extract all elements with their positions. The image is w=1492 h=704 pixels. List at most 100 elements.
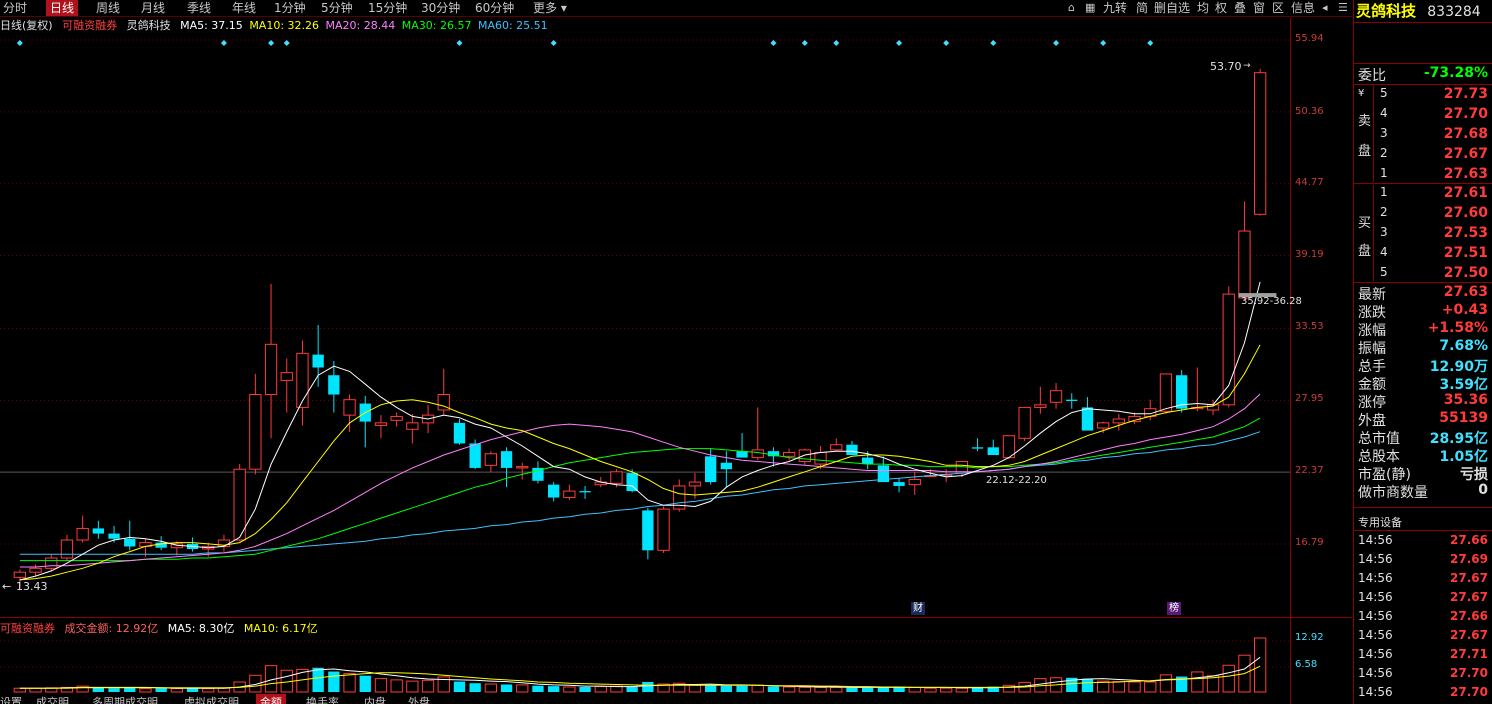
- volume-bar-down: [500, 684, 513, 692]
- tick-price: 27.70: [1450, 685, 1488, 699]
- volume-bar-down: [720, 685, 733, 692]
- buy-label: 盘: [1358, 244, 1372, 259]
- candle-up: [249, 394, 262, 470]
- quote-row: 涨停 35.36: [1358, 392, 1488, 412]
- signal-diamond-icon: [1100, 40, 1107, 46]
- candle-up: [374, 422, 388, 426]
- candle-up: [296, 352, 309, 408]
- candle-down: [1066, 399, 1078, 401]
- tick-row: 14:56 27.67: [1358, 590, 1488, 608]
- quote-row: 总手 12.90万: [1358, 356, 1488, 376]
- ask-row-value: 27.73: [1443, 86, 1488, 102]
- quote-row-value: 27.63: [1443, 284, 1488, 300]
- tab-inner-volume[interactable]: 内盘: [364, 694, 386, 704]
- bid-row-value: 27.60: [1443, 205, 1488, 221]
- bid-row-value: 27.61: [1443, 185, 1488, 201]
- quote-row: 最新 27.63: [1358, 284, 1488, 304]
- financial-report-marker[interactable]: 财: [911, 602, 925, 615]
- ask-row: 2 27.67: [1380, 146, 1488, 166]
- candle-up: [1238, 230, 1251, 299]
- candle-down: [312, 354, 324, 368]
- signal-diamond-icon: [16, 40, 23, 46]
- candle-down: [579, 491, 591, 493]
- volume-bar-up: [798, 686, 812, 693]
- ranking-marker[interactable]: 榜: [1167, 602, 1181, 615]
- bid-row-label: 2: [1380, 205, 1388, 219]
- signal-diamond-icon: [1147, 40, 1154, 46]
- price-axis-label: 44.77: [1295, 177, 1324, 188]
- volume-axis-label: 6.58: [1295, 659, 1318, 670]
- tab-virtual-detail[interactable]: 虚拟成交明: [184, 694, 239, 704]
- quote-row-value: 3.59亿: [1439, 377, 1488, 393]
- quote-row-value: 35.36: [1443, 392, 1488, 408]
- candle-down: [108, 533, 120, 539]
- candle-up: [13, 571, 27, 578]
- margin-tag: 可融资融券: [0, 622, 55, 635]
- candle-up: [484, 453, 498, 466]
- gap-annotation: 22.12-22.20: [986, 475, 1047, 486]
- buy-label: 买: [1358, 216, 1372, 231]
- volume-bar-down: [328, 671, 340, 692]
- ma20-line: [19, 393, 1261, 568]
- quote-row: 总股本 1.05亿: [1358, 446, 1488, 466]
- candle-down: [971, 447, 984, 449]
- quote-row-value: 12.90万: [1429, 359, 1488, 375]
- tab-outer-volume[interactable]: 外盘: [408, 694, 430, 704]
- candle-down: [328, 375, 340, 395]
- tab-amount[interactable]: 金额: [256, 694, 286, 704]
- tab-trade-detail[interactable]: 成交明: [36, 694, 69, 704]
- industry-label[interactable]: 专用设备: [1358, 514, 1402, 530]
- candle-down: [626, 473, 638, 492]
- tab-multi-period-detail[interactable]: 多周期成交明: [92, 694, 158, 704]
- signal-diamond-icon: [456, 40, 463, 46]
- ask-row-label: 1: [1380, 166, 1388, 180]
- quote-row: 涨幅 +1.58%: [1358, 320, 1488, 340]
- volume-bar-down: [642, 681, 654, 692]
- stock-code: 833284: [1427, 4, 1481, 20]
- volume-bar-up: [563, 686, 576, 693]
- volume-bar-up: [516, 684, 529, 693]
- tick-row: 14:56 27.70: [1358, 666, 1488, 684]
- sell-label: 卖: [1358, 114, 1372, 129]
- candle-down: [92, 528, 105, 534]
- candle-down: [987, 447, 999, 456]
- candle-up: [798, 449, 812, 462]
- ask-row-value: 27.63: [1443, 166, 1488, 182]
- quote-row-value: 55139: [1439, 410, 1488, 426]
- volume-bar-down: [532, 685, 544, 692]
- ask-row-label: 3: [1380, 126, 1388, 140]
- amount-label: 成交金额: 12.92亿: [64, 622, 159, 635]
- bid-row-value: 27.51: [1443, 245, 1488, 261]
- divider: [1354, 183, 1492, 184]
- tick-row: 14:56 27.67: [1358, 628, 1488, 646]
- arrow-right-icon: →: [1243, 61, 1251, 71]
- volume-bar-down: [626, 686, 638, 692]
- quote-row: 外盘 55139: [1358, 410, 1488, 430]
- volume-bar-down: [579, 686, 591, 692]
- quote-row-label: 涨幅: [1358, 323, 1386, 339]
- bid-row: 3 27.53: [1380, 225, 1488, 245]
- kline-chart[interactable]: [0, 0, 1352, 704]
- candle-up: [563, 490, 576, 499]
- candle-up: [1112, 418, 1126, 424]
- tab-turnover[interactable]: 换手率: [306, 694, 339, 704]
- bid-row-value: 27.53: [1443, 225, 1488, 241]
- ask-row-label: 2: [1380, 146, 1388, 160]
- tab-settings[interactable]: 设置: [0, 694, 22, 704]
- ma30-line: [19, 417, 1261, 562]
- price-axis-label: 33.53: [1295, 321, 1324, 332]
- candle-up: [1034, 404, 1047, 408]
- stock-title: 灵鸽科技 833284: [1356, 0, 1481, 21]
- quote-row-label: 金额: [1358, 377, 1386, 393]
- volume-bar-down: [312, 667, 324, 692]
- quote-row-value: +1.58%: [1427, 320, 1488, 336]
- ask-row-value: 27.70: [1443, 106, 1488, 122]
- candle-up: [688, 481, 702, 487]
- quote-row-value: +0.43: [1441, 302, 1488, 318]
- price-axis-label: 39.19: [1295, 249, 1324, 260]
- ask-row-label: 4: [1380, 106, 1388, 120]
- candle-up: [751, 449, 764, 459]
- tick-price: 27.71: [1450, 647, 1488, 661]
- volume-indicator-line: 可融资融券 成交金额: 12.92亿 MA5: 8.30亿 MA10: 6.17…: [0, 620, 318, 636]
- quote-row: 总市值 28.95亿: [1358, 428, 1488, 448]
